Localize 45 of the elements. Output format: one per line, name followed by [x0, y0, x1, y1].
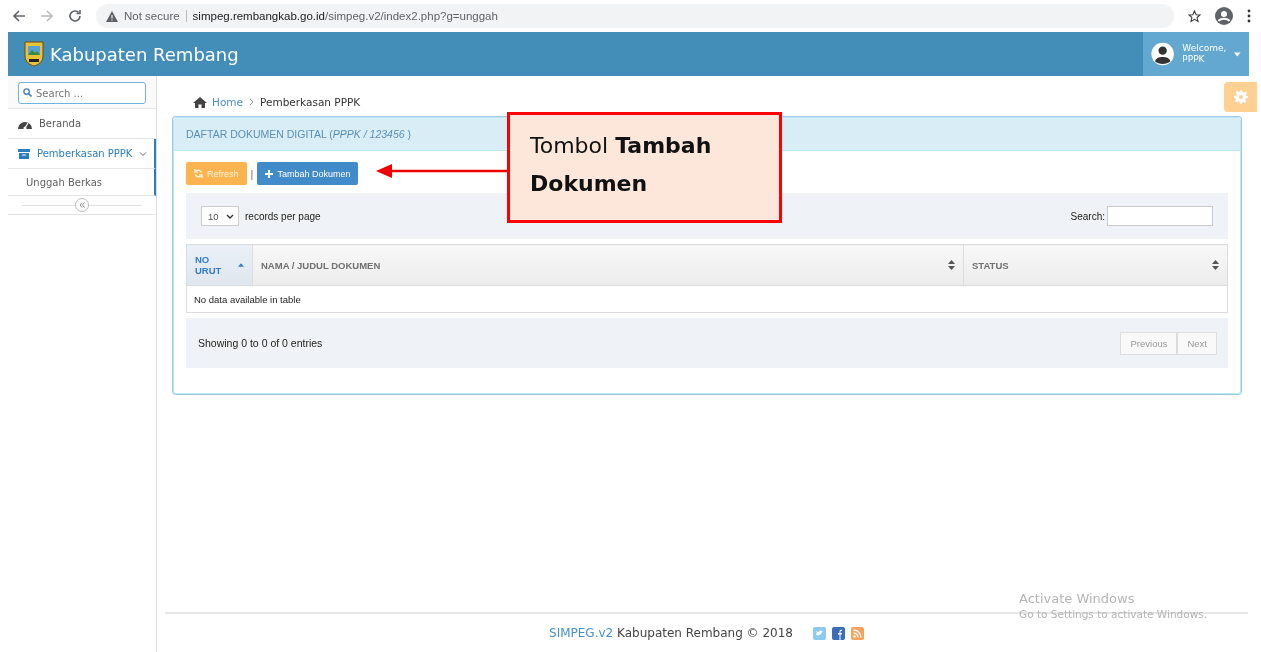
security-label: Not secure: [124, 10, 187, 22]
refresh-icon: [194, 169, 203, 178]
warning-icon: [106, 10, 118, 22]
entries-info: Showing 0 to 0 of 0 entries: [198, 337, 323, 349]
emblem-icon: [24, 41, 44, 67]
star-icon[interactable]: [1188, 9, 1201, 23]
chevron-icon: [226, 213, 234, 219]
add-button[interactable]: Tambah Dokumen: [257, 162, 359, 185]
avatar-icon: [1151, 40, 1175, 68]
caret-icon: [1234, 51, 1241, 57]
sidebar-item[interactable]: Beranda: [8, 109, 156, 139]
sidebar-item[interactable]: Pemberkasan PPPK: [8, 139, 156, 169]
empty-message: No data available in table: [194, 293, 301, 305]
panel-title: DAFTAR DOKUMEN DIGITAL (PPPK / 123456 ): [186, 128, 412, 140]
chevron-icon: [139, 149, 148, 158]
search-input[interactable]: [1107, 206, 1213, 226]
activation-title: Activate Windows: [1019, 591, 1136, 606]
chevron-icon: [249, 98, 254, 106]
column-header[interactable]: NAMA / JUDUL DOKUMEN: [252, 244, 964, 286]
separator-text: |: [250, 167, 254, 180]
facebook-icon[interactable]: [832, 626, 845, 640]
menu-icon[interactable]: [1247, 9, 1251, 23]
breadcrumb-current: Pemberkasan PPPK: [260, 96, 361, 108]
annotation-callout: Tombol Tambah Dokumen: [507, 112, 782, 223]
back-icon[interactable]: [12, 9, 26, 23]
archive-icon: [18, 148, 30, 159]
url-text: simpeg.rembangkab.go.id/simpeg.v2/index2.php?g=unggah: [192, 10, 498, 22]
column-header[interactable]: STATUS: [963, 244, 1228, 286]
page-size-label: records per page: [245, 210, 321, 222]
home-icon: [193, 96, 207, 108]
user-menu[interactable]: Welcome, PPPK: [1143, 32, 1249, 76]
settings-icon: [1233, 90, 1248, 104]
activation-text: Go to Settings to activate Windows.: [1019, 608, 1208, 620]
home-link[interactable]: Home: [193, 96, 243, 108]
reload-icon[interactable]: [68, 9, 82, 23]
account-icon[interactable]: [1215, 7, 1233, 25]
plus-icon: [265, 169, 274, 178]
brand-title[interactable]: Kabupaten Rembang: [50, 43, 239, 65]
search-icon: [23, 88, 32, 97]
search-field[interactable]: Search ...: [18, 82, 146, 104]
footer-text: SIMPEG.v2 Kabupaten Rembang © 2018: [549, 626, 793, 640]
address-bar[interactable]: Not secure simpeg.rembangkab.go.id/simpeg.v2/index2.php?g=unggah: [96, 4, 1174, 28]
page-size-select[interactable]: 10: [201, 206, 239, 226]
column-header[interactable]: NO URUT: [186, 244, 253, 286]
search-label: Search:: [1070, 210, 1105, 222]
